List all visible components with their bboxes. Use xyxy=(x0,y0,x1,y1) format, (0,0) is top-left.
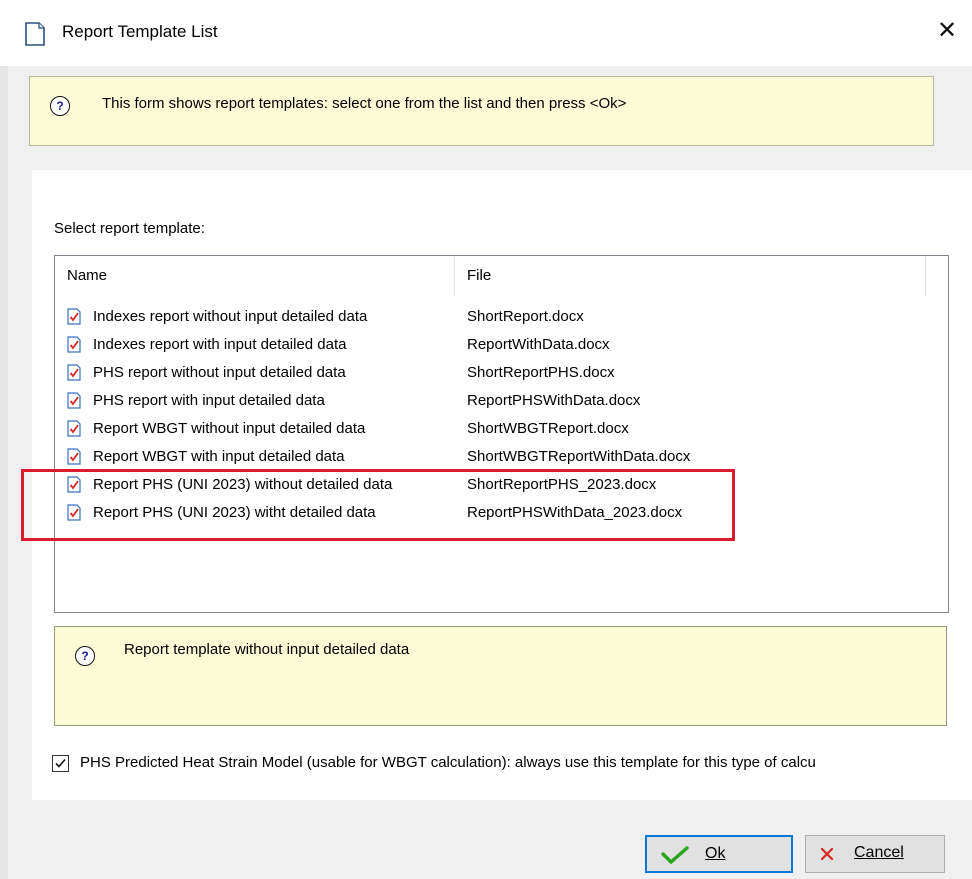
list-item[interactable]: Report WBGT without input detailed data S… xyxy=(55,415,948,443)
question-icon: ? xyxy=(50,96,70,116)
word-document-icon xyxy=(67,364,81,381)
word-document-icon xyxy=(67,504,81,521)
window-edge xyxy=(0,66,8,879)
template-file: ShortReportPHS.docx xyxy=(467,364,615,381)
column-header-name[interactable]: Name xyxy=(55,256,455,296)
template-file: ShortReportPHS_2023.docx xyxy=(467,476,657,493)
list-item[interactable]: Report WBGT with input detailed data Shor… xyxy=(55,443,948,471)
description-text: Report template without input detailed d… xyxy=(124,641,410,658)
template-list[interactable]: Name File Indexes report without input d… xyxy=(54,255,949,613)
list-item[interactable]: Report PHS (UNI 2023) witht detailed dat… xyxy=(55,499,948,527)
template-file: ReportPHSWithData_2023.docx xyxy=(467,504,683,521)
list-rows: Indexes report without input detailed da… xyxy=(55,303,948,527)
template-file: ShortReport.docx xyxy=(467,308,584,325)
template-name: PHS report without input detailed data xyxy=(93,364,346,381)
green-check-icon xyxy=(661,846,689,864)
template-file: ReportPHSWithData.docx xyxy=(467,392,641,409)
window-title: Report Template List xyxy=(62,22,218,41)
template-name: Report WBGT without input detailed data xyxy=(93,420,366,437)
ok-button-label: Ok xyxy=(705,845,726,862)
title-bar: Report Template List ✕ xyxy=(0,0,972,66)
template-name: Report PHS (UNI 2023) without detailed d… xyxy=(93,476,393,493)
list-header: Name File xyxy=(55,256,948,296)
red-x-icon xyxy=(820,847,834,861)
list-item[interactable]: Indexes report with input detailed data R… xyxy=(55,331,948,359)
word-document-icon xyxy=(67,476,81,493)
column-header-file[interactable]: File xyxy=(455,256,926,296)
cancel-button-label: Cancel xyxy=(854,844,904,861)
template-file: ReportWithData.docx xyxy=(467,336,610,353)
checkbox-label: PHS Predicted Heat Strain Model (usable … xyxy=(80,754,816,771)
list-item[interactable]: Report PHS (UNI 2023) without detailed d… xyxy=(55,471,948,499)
ok-button[interactable]: Ok xyxy=(645,835,793,873)
template-name: Report WBGT with input detailed data xyxy=(93,448,345,465)
word-document-icon xyxy=(67,336,81,353)
description-box: ? Report template without input detailed… xyxy=(54,626,947,726)
template-file: ShortWBGTReport.docx xyxy=(467,420,629,437)
list-item[interactable]: PHS report with input detailed data Repor… xyxy=(55,387,948,415)
template-name: Indexes report without input detailed da… xyxy=(93,308,368,325)
template-name: Indexes report with input detailed data xyxy=(93,336,347,353)
cancel-button[interactable]: Cancel xyxy=(805,835,945,873)
template-file: ShortWBGTReportWithData.docx xyxy=(467,448,691,465)
word-document-icon xyxy=(67,420,81,437)
document-icon xyxy=(25,22,45,46)
question-icon: ? xyxy=(75,646,95,666)
info-banner-text: This form shows report templates: select… xyxy=(102,95,627,112)
list-item[interactable]: Indexes report without input detailed da… xyxy=(55,303,948,331)
list-item[interactable]: PHS report without input detailed data Sh… xyxy=(55,359,948,387)
checkbox-box[interactable] xyxy=(52,755,69,772)
checkmark-icon xyxy=(55,758,66,768)
info-banner: ? This form shows report templates: sele… xyxy=(29,76,934,146)
template-name: PHS report with input detailed data xyxy=(93,392,325,409)
word-document-icon xyxy=(67,448,81,465)
word-document-icon xyxy=(67,392,81,409)
select-template-label: Select report template: xyxy=(54,220,205,237)
word-document-icon xyxy=(67,308,81,325)
template-name: Report PHS (UNI 2023) witht detailed dat… xyxy=(93,504,376,521)
close-button[interactable]: ✕ xyxy=(922,8,972,54)
main-panel: Select report template: Name File Indexe… xyxy=(21,170,972,800)
